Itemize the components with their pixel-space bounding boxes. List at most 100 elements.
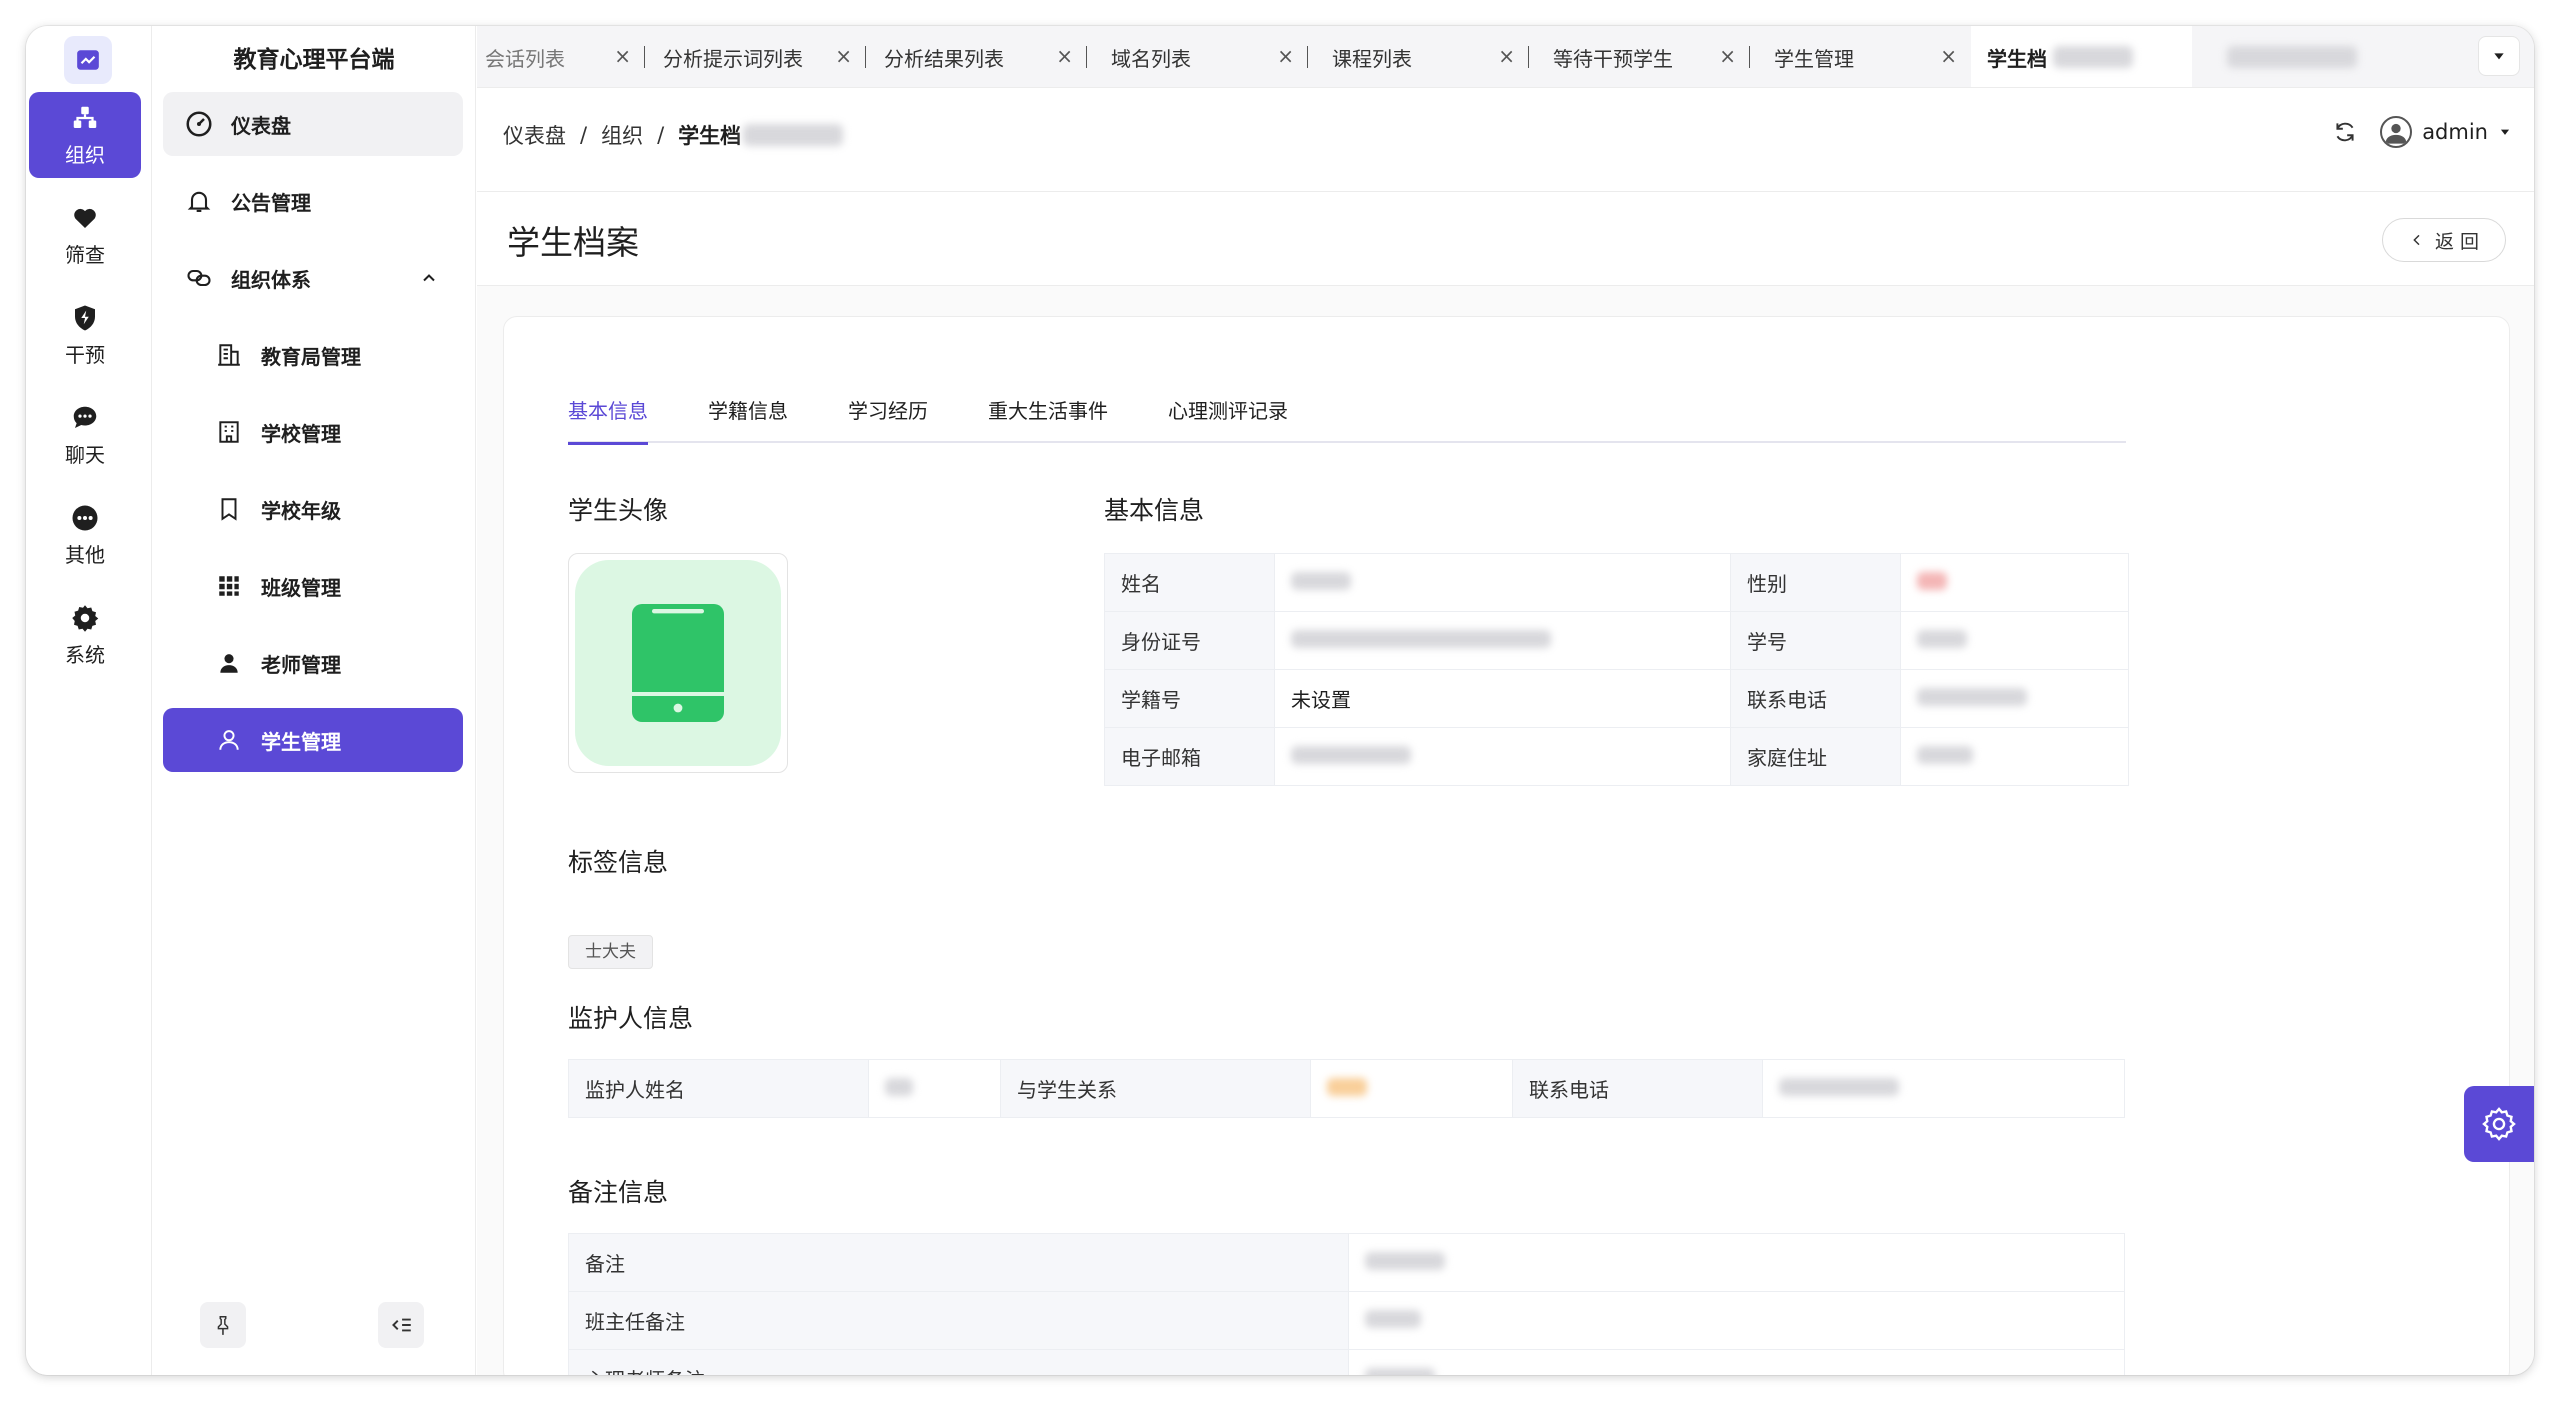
remark-label: 备注 bbox=[568, 1233, 1349, 1292]
tab-enrollment-info[interactable]: 学籍信息 bbox=[708, 399, 788, 443]
user-menu[interactable]: admin bbox=[2380, 116, 2512, 148]
tab-label: 分析提示词列表 bbox=[663, 46, 803, 71]
guardian-relation-value bbox=[1310, 1059, 1513, 1118]
back-button[interactable]: 返 回 bbox=[2382, 218, 2506, 262]
page-title-bar: 学生档案 返 回 bbox=[477, 192, 2534, 286]
icon-rail: 组织 筛查 干预 聊天 其他 系统 bbox=[26, 26, 152, 1375]
sidebar-item-classes[interactable]: 班级管理 bbox=[163, 554, 463, 618]
close-icon[interactable]: × bbox=[1277, 44, 1294, 68]
tab-result-list[interactable]: 分析结果列表 × bbox=[866, 26, 1087, 87]
guardian-name-label: 监护人姓名 bbox=[568, 1059, 869, 1118]
gear-icon bbox=[72, 604, 99, 632]
sidebar-item-label: 班级管理 bbox=[261, 575, 341, 600]
tabs-dropdown-button[interactable] bbox=[2478, 36, 2520, 76]
phone-label: 联系电话 bbox=[1730, 669, 1901, 728]
head-teacher-remark-value bbox=[1348, 1291, 2125, 1350]
psych-teacher-remark-value bbox=[1348, 1349, 2125, 1375]
tab-strip: 会话列表 × 分析提示词列表 × 分析结果列表 × 域名列表 × 课程列表 × … bbox=[477, 26, 2534, 88]
tab-student-profile[interactable]: 学生档 bbox=[1971, 26, 2192, 87]
gear-icon bbox=[2482, 1107, 2516, 1141]
tab-prompt-list[interactable]: 分析提示词列表 × bbox=[645, 26, 866, 87]
tab-course-list[interactable]: 课程列表 × bbox=[1308, 26, 1529, 87]
profile-tabs: 基本信息 学籍信息 学习经历 重大生活事件 心理测评记录 bbox=[568, 399, 2126, 445]
rail-item-chat[interactable]: 聊天 bbox=[29, 392, 141, 478]
close-icon[interactable]: × bbox=[1498, 44, 1515, 68]
tab-pending-students[interactable]: 等待干预学生 × bbox=[1529, 26, 1750, 87]
breadcrumb-item[interactable]: 组织 bbox=[601, 120, 643, 150]
tab-label: 学生管理 bbox=[1774, 46, 1854, 71]
shield-icon bbox=[75, 305, 95, 330]
settings-button[interactable] bbox=[2464, 1086, 2534, 1162]
tab-life-events[interactable]: 重大生活事件 bbox=[988, 399, 1108, 443]
profile-card: 基本信息 学籍信息 学习经历 重大生活事件 心理测评记录 学生头像 基本信息 姓… bbox=[503, 316, 2510, 1375]
rail-item-screening[interactable]: 筛查 bbox=[29, 192, 141, 278]
avatar-icon bbox=[2380, 116, 2413, 148]
tab-basic-info[interactable]: 基本信息 bbox=[568, 399, 648, 445]
close-icon[interactable]: × bbox=[614, 44, 631, 68]
gender-value bbox=[1900, 553, 2129, 612]
tab-study-history[interactable]: 学习经历 bbox=[848, 399, 928, 443]
rail-item-other[interactable]: 其他 bbox=[29, 492, 141, 578]
username: admin bbox=[2422, 120, 2488, 144]
close-icon[interactable]: × bbox=[1940, 44, 1957, 68]
rail-label: 筛查 bbox=[65, 242, 105, 267]
close-icon[interactable]: × bbox=[835, 44, 852, 68]
sidebar-item-label: 教育局管理 bbox=[261, 344, 361, 369]
basic-info-table: 姓名 性别 身份证号 学号 学籍号 未设置 联系电话 电子邮箱 家庭住址 bbox=[1104, 553, 2129, 786]
bookmark-icon bbox=[213, 493, 245, 525]
tab-label: 分析结果列表 bbox=[884, 46, 1004, 71]
app-title: 教育心理平台端 bbox=[233, 47, 395, 73]
close-icon[interactable]: × bbox=[1719, 44, 1736, 68]
collapse-sidebar-button[interactable] bbox=[378, 1302, 424, 1348]
page-title: 学生档案 bbox=[507, 223, 639, 262]
psych-teacher-remark-label: 心理老师备注 bbox=[568, 1349, 1349, 1375]
heart-icon bbox=[74, 208, 96, 228]
sidebar-item-org-system[interactable]: 组织体系 bbox=[163, 246, 463, 310]
sidebar-item-dashboard[interactable]: 仪表盘 bbox=[163, 92, 463, 156]
sidebar-item-students[interactable]: 学生管理 bbox=[163, 708, 463, 772]
student-avatar[interactable] bbox=[568, 553, 788, 773]
refresh-icon[interactable] bbox=[2332, 119, 2358, 145]
address-label: 家庭住址 bbox=[1730, 727, 1901, 786]
head-teacher-remark-label: 班主任备注 bbox=[568, 1291, 1349, 1350]
breadcrumb-item[interactable]: 仪表盘 bbox=[503, 120, 566, 150]
section-title-notes: 备注信息 bbox=[568, 1178, 669, 1207]
sidebar-item-teachers[interactable]: 老师管理 bbox=[163, 631, 463, 695]
tab-sessions[interactable]: 会话列表 × bbox=[477, 26, 645, 87]
collapse-menu-icon bbox=[392, 1318, 411, 1332]
guardian-phone-label: 联系电话 bbox=[1512, 1059, 1763, 1118]
rail-item-system[interactable]: 系统 bbox=[29, 592, 141, 678]
school-no-value: 未设置 bbox=[1274, 669, 1731, 728]
content-area: 基本信息 学籍信息 学习经历 重大生活事件 心理测评记录 学生头像 基本信息 姓… bbox=[477, 286, 2534, 1375]
pin-button[interactable] bbox=[200, 1302, 246, 1348]
building-icon bbox=[213, 339, 245, 371]
app-logo-icon[interactable] bbox=[64, 36, 112, 84]
tab-hidden[interactable] bbox=[2207, 26, 2417, 87]
sidebar-item-announcements[interactable]: 公告管理 bbox=[163, 169, 463, 233]
sidebar-item-label: 学生管理 bbox=[261, 729, 341, 754]
tab-label: 学生档 bbox=[1987, 46, 2047, 71]
sidebar-item-label: 组织体系 bbox=[231, 267, 311, 292]
sidebar-item-label: 学校管理 bbox=[261, 421, 341, 446]
breadcrumb-current: 学生档 bbox=[678, 124, 742, 148]
remark-value bbox=[1348, 1233, 2125, 1292]
tab-psych-records[interactable]: 心理测评记录 bbox=[1168, 399, 1288, 443]
link-icon bbox=[183, 262, 215, 294]
sidebar-item-edu-bureau[interactable]: 教育局管理 bbox=[163, 323, 463, 387]
rail-item-intervention[interactable]: 干预 bbox=[29, 292, 141, 378]
tab-domain-list[interactable]: 域名列表 × bbox=[1087, 26, 1308, 87]
sidebar-item-label: 公告管理 bbox=[231, 190, 311, 215]
user-icon bbox=[213, 647, 245, 679]
sidebar-item-schools[interactable]: 学校管理 bbox=[163, 400, 463, 464]
section-title-basic: 基本信息 bbox=[1104, 496, 1205, 525]
address-value bbox=[1900, 727, 2129, 786]
guardian-table: 监护人姓名 与学生关系 联系电话 bbox=[568, 1059, 2125, 1118]
rail-item-org[interactable]: 组织 bbox=[29, 92, 141, 178]
sidebar-item-grades[interactable]: 学校年级 bbox=[163, 477, 463, 541]
header: 仪表盘 / 组织 / 学生档 admin bbox=[477, 88, 2534, 192]
tab-student-management[interactable]: 学生管理 × bbox=[1750, 26, 1971, 87]
more-icon bbox=[72, 505, 98, 530]
chevron-up-icon[interactable] bbox=[419, 268, 439, 288]
chat-icon bbox=[73, 406, 97, 428]
close-icon[interactable]: × bbox=[1056, 44, 1073, 68]
